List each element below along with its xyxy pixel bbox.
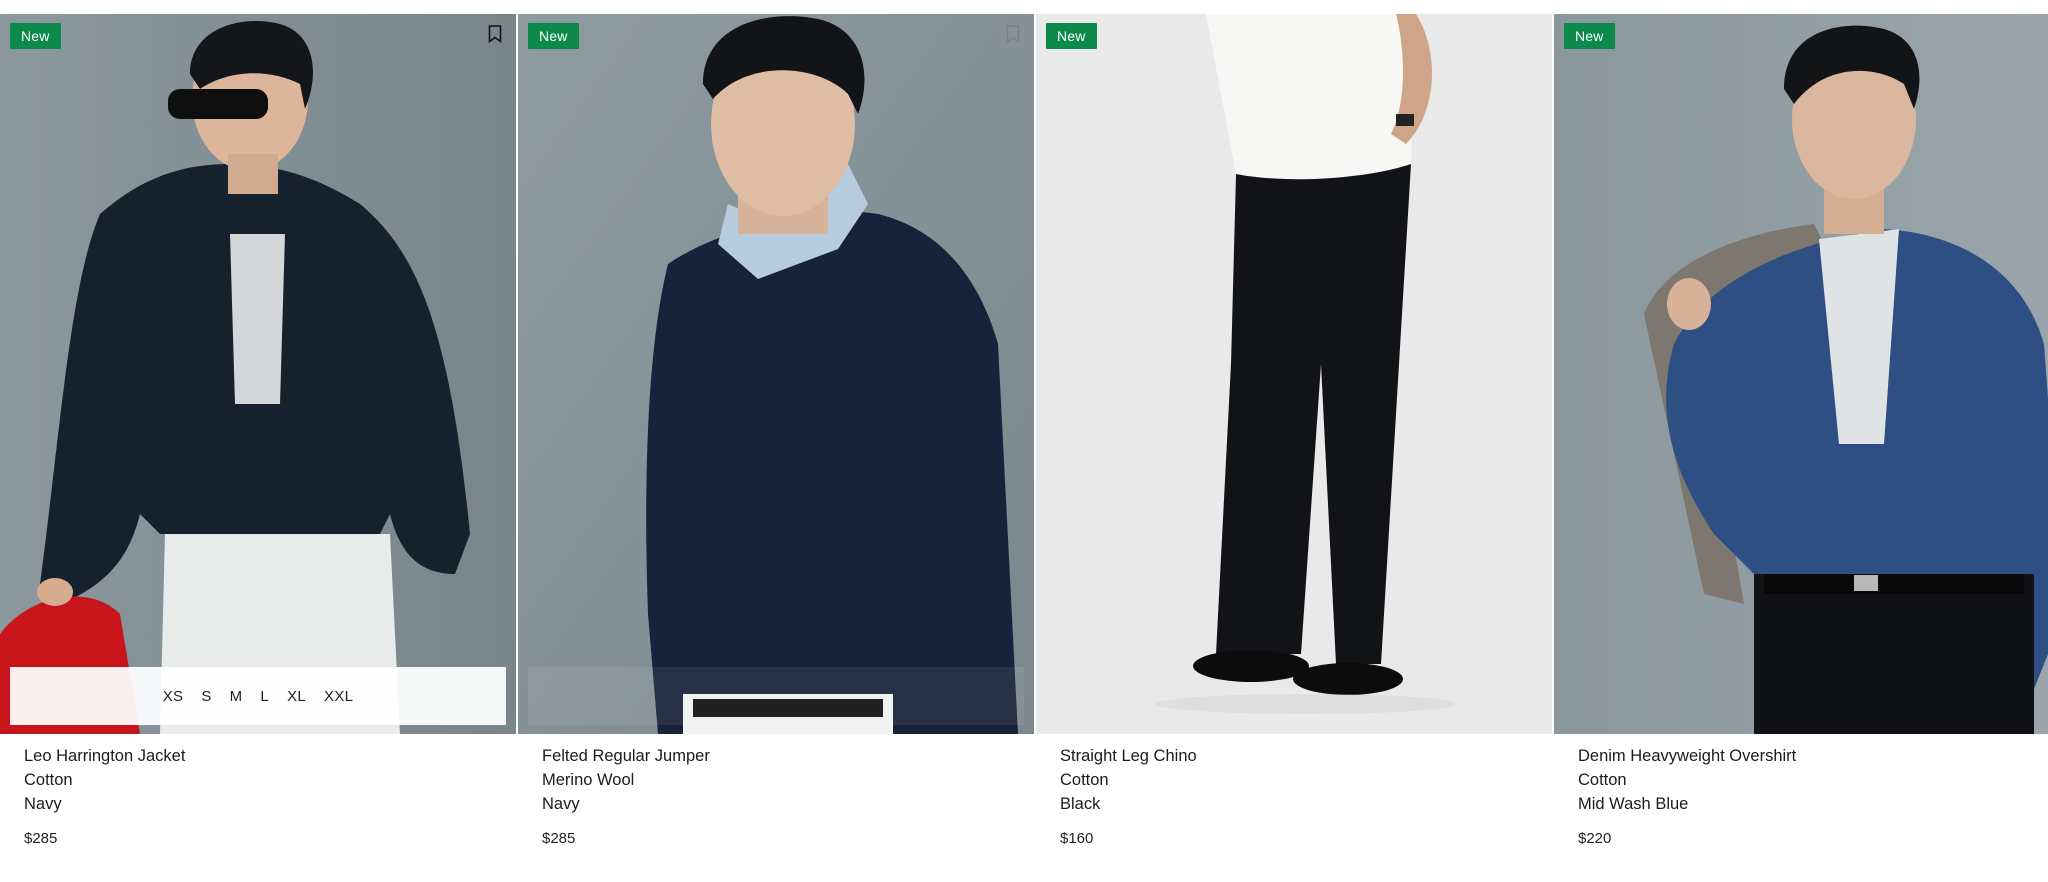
size-option-xl[interactable]: XL [278, 688, 315, 705]
product-image[interactable]: New [1554, 14, 2048, 734]
product-info: Leo Harrington Jacket Cotton Navy $285 [0, 734, 516, 847]
new-badge: New [10, 23, 61, 49]
size-option-xxl[interactable]: XXL [315, 688, 362, 705]
product-material: Cotton [1578, 771, 1627, 789]
size-option-l[interactable]: L [251, 688, 278, 705]
product-card-leo-harrington-jacket[interactable]: New XS S M L XL XXL Leo Harrington Jacke… [0, 14, 516, 847]
product-material: Cotton [24, 771, 73, 789]
product-name[interactable]: Straight Leg Chino [1060, 744, 1552, 768]
product-color: Navy [24, 795, 62, 813]
new-badge: New [528, 23, 579, 49]
product-name[interactable]: Felted Regular Jumper [542, 744, 1034, 768]
product-info: Denim Heavyweight Overshirt Cotton Mid W… [1554, 734, 2048, 847]
product-price: $285 [24, 830, 58, 847]
size-selector: XS S M L XL XXL [10, 667, 506, 725]
product-image[interactable]: New XS S M L XL XXL [0, 14, 516, 734]
product-name[interactable]: Leo Harrington Jacket [24, 744, 516, 768]
product-color: Navy [542, 795, 580, 813]
bookmark-icon[interactable] [1006, 25, 1020, 43]
product-price: $285 [542, 830, 576, 847]
new-badge: New [1564, 23, 1615, 49]
product-name[interactable]: Denim Heavyweight Overshirt [1578, 744, 2048, 768]
product-price: $160 [1060, 830, 1094, 847]
product-material: Merino Wool [542, 771, 635, 789]
new-badge: New [1046, 23, 1097, 49]
size-option-m[interactable]: M [221, 688, 252, 705]
product-image[interactable]: New [1036, 14, 1552, 734]
product-card-denim-heavyweight-overshirt[interactable]: New Denim Heavyweight Overshirt Cotton M… [1554, 14, 2048, 847]
product-card-felted-regular-jumper[interactable]: New Felted Regular Jumper Merino Wool Na… [518, 14, 1034, 847]
size-option-xs[interactable]: XS [154, 688, 193, 705]
product-photo[interactable] [0, 14, 516, 734]
product-card-straight-leg-chino[interactable]: New Straight Leg Chino Cotton Black $160 [1036, 14, 1552, 847]
product-photo[interactable] [518, 14, 1034, 734]
size-option-s[interactable]: S [192, 688, 220, 705]
product-info: Straight Leg Chino Cotton Black $160 [1036, 734, 1552, 847]
product-image[interactable]: New [518, 14, 1034, 734]
product-color: Mid Wash Blue [1578, 795, 1689, 813]
size-selector [528, 667, 1024, 725]
product-price: $220 [1578, 830, 1612, 847]
product-grid: New XS S M L XL XXL Leo Harrington Jacke… [0, 14, 2048, 847]
product-photo[interactable] [1554, 14, 2048, 734]
product-photo[interactable] [1036, 14, 1552, 734]
product-color: Black [1060, 795, 1101, 813]
product-material: Cotton [1060, 771, 1109, 789]
product-info: Felted Regular Jumper Merino Wool Navy $… [518, 734, 1034, 847]
bookmark-icon[interactable] [488, 25, 502, 43]
